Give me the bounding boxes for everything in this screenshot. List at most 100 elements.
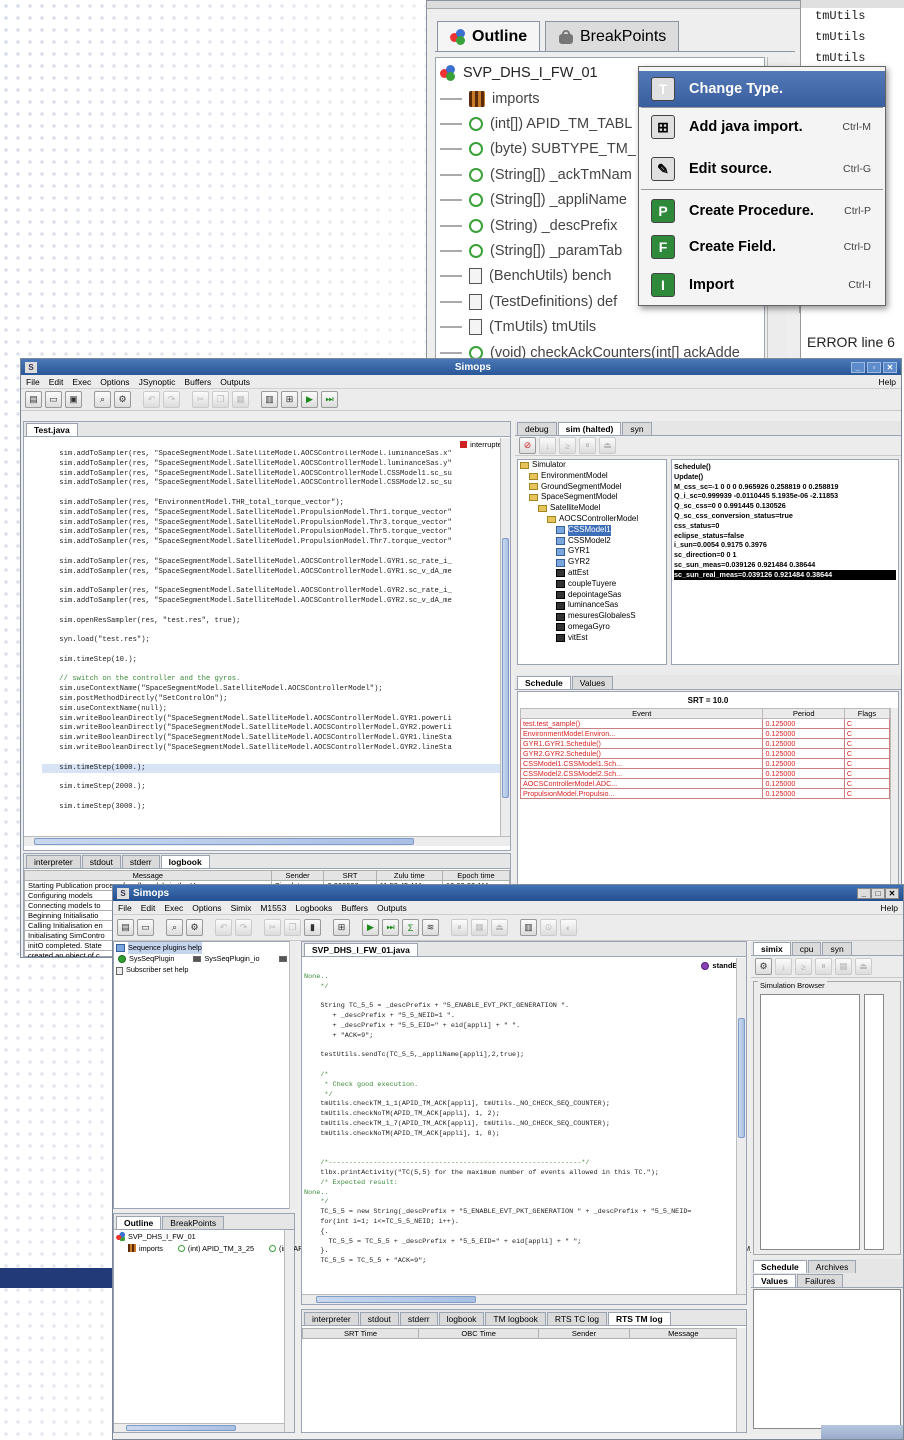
redo-icon[interactable]: ↷: [235, 919, 252, 936]
tab-sim-halted-[interactable]: sim (halted): [557, 422, 622, 435]
close-button[interactable]: ✕: [883, 361, 897, 373]
log-column-header[interactable]: OBC Time: [417, 1328, 540, 1339]
menu-buffers[interactable]: Buffers: [184, 377, 211, 387]
sim-tree-node[interactable]: SatelliteModel: [520, 503, 666, 514]
outline-item[interactable]: imports: [116, 1242, 163, 1255]
sim-tree-node[interactable]: mesuresGlobalesS: [520, 611, 666, 622]
schedule-column-header[interactable]: Period: [762, 708, 845, 719]
outline-item[interactable]: (String[]) _paramTab: [440, 238, 622, 263]
tab-tm-logbook[interactable]: TM logbook: [485, 1312, 546, 1325]
eject-button[interactable]: ⏏: [599, 437, 616, 454]
step-right-button[interactable]: ≥: [795, 958, 812, 975]
context-menu-item[interactable]: ⊞ Add java import. Ctrl-M: [639, 109, 885, 145]
tab-simix[interactable]: simix: [753, 942, 791, 955]
editor-tab[interactable]: Test.java: [26, 423, 78, 436]
sum-icon[interactable]: Σ: [402, 919, 419, 936]
open-icon[interactable]: ▭: [45, 391, 62, 408]
menu-buffers[interactable]: Buffers: [341, 903, 368, 913]
run-icon[interactable]: ▶: [362, 919, 379, 936]
tab-stderr[interactable]: stderr: [121, 855, 160, 868]
browser-list[interactable]: [760, 994, 860, 1250]
outline-item[interactable]: (TmUtils) tmUtils: [440, 315, 596, 340]
menu-logbooks[interactable]: Logbooks: [295, 903, 332, 913]
log-column-header[interactable]: Message: [628, 1328, 739, 1339]
menu-edit[interactable]: Edit: [141, 903, 156, 913]
editor-v-scrollbar[interactable]: [500, 438, 510, 836]
model-value-row[interactable]: i_sun=0.0054 0.9175 0.3976: [674, 540, 896, 550]
model-value-row[interactable]: Q_sc_css_conversion_status=true: [674, 511, 896, 521]
sim-tree-node[interactable]: EnvironmentModel: [520, 471, 666, 482]
grid-button[interactable]: ▦: [835, 958, 852, 975]
model-value-row[interactable]: sc_sun_real_meas=0.039126 0.921484 0.386…: [674, 569, 896, 580]
sim-tree-node[interactable]: GYR1: [520, 546, 666, 557]
sim-tree-node[interactable]: attEst: [520, 568, 666, 579]
log-column-header[interactable]: Sender: [270, 870, 325, 881]
tab-interpreter[interactable]: interpreter: [304, 1312, 359, 1325]
new-file-icon[interactable]: ▤: [25, 391, 42, 408]
sim-tree-node[interactable]: vitEst: [520, 633, 666, 644]
step-down-button[interactable]: ↓: [775, 958, 792, 975]
cut-icon[interactable]: ✂: [192, 391, 209, 408]
pause-button[interactable]: ⏸: [579, 437, 596, 454]
model-value-row[interactable]: Q_i_sc=0.999939 -0.0110445 5.1935e-06 -2…: [674, 491, 896, 501]
sim-tree-node[interactable]: omegaGyro: [520, 622, 666, 633]
schedule-row[interactable]: CSSModel2.CSSModel2.Sch... 0.125000 C: [519, 768, 891, 779]
lock-icon[interactable]: ▮: [304, 919, 321, 936]
eject-button[interactable]: ⏏: [855, 958, 872, 975]
menu-exec[interactable]: Exec: [72, 377, 91, 387]
expand-icon[interactable]: ⊞: [281, 391, 298, 408]
compile-icon[interactable]: ▥: [261, 391, 278, 408]
menu-file[interactable]: File: [118, 903, 132, 913]
log-column-header[interactable]: Epoch time: [441, 870, 511, 881]
cut-icon[interactable]: ✂: [264, 919, 281, 936]
subscriber-help[interactable]: Subscriber set help: [126, 964, 188, 977]
outline-item[interactable]: (byte) SUBTYPE_TM_: [440, 137, 636, 162]
step-icon[interactable]: ⏭: [382, 919, 399, 936]
sim-tree-node[interactable]: depointageSas: [520, 590, 666, 601]
context-menu-item[interactable]: F Create Field. Ctrl-D: [639, 229, 885, 265]
tab-rts-tm-log[interactable]: RTS TM log: [607, 1312, 671, 1325]
window-icon[interactable]: ▥: [520, 919, 537, 936]
log-v-scrollbar[interactable]: [736, 1328, 746, 1432]
tab-stderr[interactable]: stderr: [399, 1312, 438, 1325]
menu-outputs[interactable]: Outputs: [377, 903, 407, 913]
sim-tree-node[interactable]: CSSModel1: [520, 524, 666, 536]
tab-schedule[interactable]: Schedule: [753, 1260, 807, 1273]
palette-icon[interactable]: ◐: [560, 919, 577, 936]
open-icon[interactable]: ▭: [137, 919, 154, 936]
pause-icon[interactable]: ⏸: [451, 919, 468, 936]
schedule-row[interactable]: GYR2.GYR2.Schedule() 0.125000 C: [519, 748, 891, 759]
model-value-row[interactable]: Update(): [674, 472, 896, 482]
outline-root[interactable]: SVP_DHS_I_FW_01: [440, 60, 598, 85]
tab-interpreter[interactable]: interpreter: [26, 855, 81, 868]
menu-simix[interactable]: Simix: [231, 903, 252, 913]
schedule-column-header[interactable]: Flags: [843, 708, 891, 719]
editor-h-scrollbar[interactable]: [24, 836, 510, 846]
minimize-button[interactable]: _: [851, 361, 865, 373]
sim-tree-node[interactable]: coupleTuyere: [520, 579, 666, 590]
schedule-row[interactable]: EnvironmentModel.Environ... 0.125000 C: [519, 728, 891, 739]
model-value-row[interactable]: M_css_sc=-1 0 0 0 0.965926 0.258819 0 0.…: [674, 482, 896, 492]
minimize-button[interactable]: _: [857, 887, 871, 899]
step-icon[interactable]: ⏭: [321, 391, 338, 408]
outline-item[interactable]: (String[]) _ackTmNam: [440, 162, 632, 187]
settings-icon[interactable]: ⚙: [755, 958, 772, 975]
step-down-button[interactable]: ↓: [539, 437, 556, 454]
tab-failures[interactable]: Failures: [796, 1274, 844, 1287]
tab-syn[interactable]: syn: [622, 422, 652, 435]
context-menu-item[interactable]: P Create Procedure. Ctrl-P: [639, 193, 885, 229]
stop-button[interactable]: ⊘: [519, 437, 536, 454]
outline-item[interactable]: (String[]) _appliName: [440, 188, 627, 213]
sim-tree-node[interactable]: AOCSControllerModel: [520, 514, 666, 525]
close-button[interactable]: ✕: [885, 887, 899, 899]
tab-breakpoints[interactable]: BreakPoints: [545, 21, 680, 51]
schedule-row[interactable]: PropulsionModel.Propulsio... 0.125000 C: [519, 788, 891, 799]
outline-item[interactable]: imports: [440, 86, 540, 111]
schedule-row[interactable]: GYR1.GYR1.Schedule() 0.125000 C: [519, 738, 891, 749]
pause-button[interactable]: ⏸: [815, 958, 832, 975]
paste-icon[interactable]: ▦: [232, 391, 249, 408]
tab-rts-tc-log[interactable]: RTS TC log: [546, 1312, 607, 1325]
model-value-row[interactable]: sc_direction=0 0 1: [674, 550, 896, 560]
log-column-header[interactable]: Sender: [538, 1328, 630, 1339]
schedule-row[interactable]: test.test_sample() 0.125000 C: [519, 718, 891, 729]
